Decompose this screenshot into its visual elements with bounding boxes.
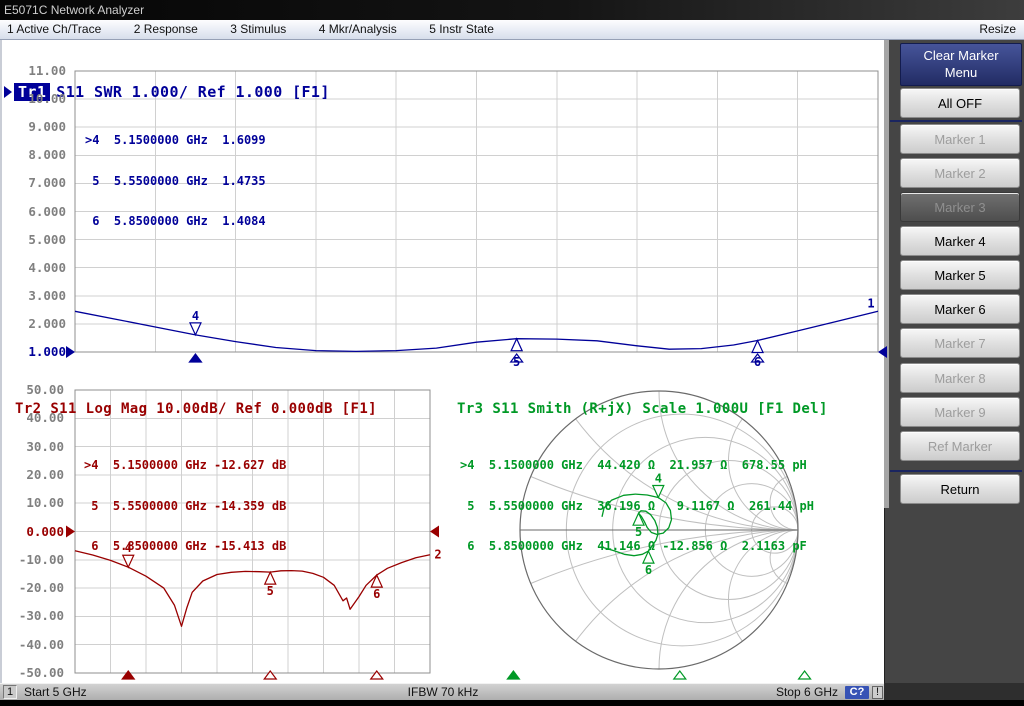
tr2-header: Tr2 S11 Log Mag 10.00dB/ Ref 0.000dB [F1… — [15, 401, 377, 417]
warning-badge: ! — [872, 686, 883, 699]
softkey-all-off[interactable]: All OFF — [900, 88, 1020, 118]
ifbw-label: IFBW 70 kHz — [343, 685, 543, 699]
tr2-marker-row: >4 5.1500000 GHz -12.627 dB — [84, 459, 286, 473]
softkey-marker-1[interactable]: Marker 1 — [900, 124, 1020, 154]
tr1-marker-row: 5 5.5500000 GHz 1.4735 — [85, 175, 266, 189]
y-axis-tick-label: 2.000 — [2, 316, 66, 331]
tr1-title: S11 SWR 1.000/ Ref 1.000 [F1] — [56, 83, 330, 101]
tr3-header: Tr3 S11 Smith (R+jX) Scale 1.000U [F1 De… — [457, 401, 828, 417]
tr2-marker-readout: >4 5.1500000 GHz -12.627 dB 5 5.5500000 … — [84, 432, 286, 581]
y-axis-tick-label: 7.000 — [2, 175, 66, 190]
y-axis-tick-label: -20.00 — [2, 580, 64, 595]
y-axis-tick-label: 30.00 — [2, 439, 64, 454]
tr3-marker-row: >4 5.1500000 GHz 44.420 Ω 21.957 Ω 678.5… — [460, 459, 814, 473]
softkey-marker-5[interactable]: Marker 5 — [900, 260, 1020, 290]
tr3-marker-row: 6 5.8500000 GHz 41.146 Ω -12.856 Ω 2.116… — [460, 540, 814, 554]
y-axis-tick-label: 50.00 — [2, 382, 64, 397]
y-axis-tick-label: 9.000 — [2, 119, 66, 134]
softkey-menu-title: Clear Marker Menu — [900, 43, 1022, 86]
tr2-marker-row: 5 5.5500000 GHz -14.359 dB — [84, 500, 286, 514]
y-axis-tick-label: 1.000 — [2, 344, 66, 359]
window-titlebar: E5071C Network Analyzer — [0, 0, 1024, 20]
status-bar: 1 Start 5 GHz IFBW 70 kHz Stop 6 GHz C? … — [0, 683, 886, 700]
tr2-marker-row: 6 5.8500000 GHz -15.413 dB — [84, 540, 286, 554]
chart-area: Tr1S11 SWR 1.000/ Ref 1.000 [F1] Tr2 S11… — [0, 40, 884, 683]
softkey-scroll-strip[interactable] — [884, 40, 889, 508]
softkey-return[interactable]: Return — [900, 474, 1020, 504]
softkey-marker-9[interactable]: Marker 9 — [900, 397, 1020, 427]
softkey-marker-6[interactable]: Marker 6 — [900, 294, 1020, 324]
menu-stimulus[interactable]: 3 Stimulus — [230, 20, 286, 39]
y-axis-tick-label: -30.00 — [2, 608, 64, 623]
softkey-marker-8[interactable]: Marker 8 — [900, 363, 1020, 393]
y-axis-tick-label: 4.000 — [2, 260, 66, 275]
sidebar-bottom-filler — [884, 683, 1024, 700]
softkey-menu-title-line2: Menu — [901, 64, 1021, 81]
menu-response[interactable]: 2 Response — [134, 20, 198, 39]
instrument-screen: E5071C Network Analyzer 1 Active Ch/Trac… — [0, 0, 1024, 706]
softkey-marker-7[interactable]: Marker 7 — [900, 328, 1020, 358]
softkey-marker-3[interactable]: Marker 3 — [900, 192, 1020, 222]
bottom-strip — [0, 700, 1024, 706]
y-axis-tick-label: 0.000 — [2, 524, 64, 539]
menu-resize[interactable]: Resize — [979, 20, 1016, 39]
tr1-marker-row: >4 5.1500000 GHz 1.6099 — [85, 134, 266, 148]
tr3-marker-readout: >4 5.1500000 GHz 44.420 Ω 21.957 Ω 678.5… — [460, 432, 814, 581]
softkey-marker-2[interactable]: Marker 2 — [900, 158, 1020, 188]
softkey-menu-title-line1: Clear Marker — [901, 47, 1021, 64]
y-axis-tick-label: 8.000 — [2, 147, 66, 162]
tr3-marker-row: 5 5.5500000 GHz 36.196 Ω 9.1167 Ω 261.44… — [460, 500, 814, 514]
start-frequency-label: Start 5 GHz — [24, 685, 87, 699]
calibration-status-badge: C? — [845, 686, 869, 699]
stop-frequency-label: Stop 6 GHz — [738, 685, 838, 699]
y-axis-tick-label: 10.00 — [2, 91, 66, 106]
y-axis-tick-label: 20.00 — [2, 467, 64, 482]
y-axis-tick-label: 3.000 — [2, 288, 66, 303]
softkey-ref-marker[interactable]: Ref Marker — [900, 431, 1020, 461]
y-axis-tick-label: -50.00 — [2, 665, 64, 680]
menu-instr-state[interactable]: 5 Instr State — [429, 20, 494, 39]
window-title: E5071C Network Analyzer — [4, 3, 144, 17]
y-axis-tick-label: -10.00 — [2, 552, 64, 567]
menu-bar: 1 Active Ch/Trace 2 Response 3 Stimulus … — [0, 20, 1024, 40]
tr1-marker-readout: >4 5.1500000 GHz 1.6099 5 5.5500000 GHz … — [85, 107, 266, 256]
softkey-marker-4[interactable]: Marker 4 — [900, 226, 1020, 256]
y-axis-tick-label: 11.00 — [2, 63, 66, 78]
y-axis-tick-label: 5.000 — [2, 232, 66, 247]
y-axis-tick-label: 40.00 — [2, 410, 64, 425]
softkey-separator — [890, 120, 1022, 122]
tr1-marker-row: 6 5.8500000 GHz 1.4084 — [85, 215, 266, 229]
y-axis-tick-label: 6.000 — [2, 204, 66, 219]
menu-mkr-analysis[interactable]: 4 Mkr/Analysis — [319, 20, 397, 39]
y-axis-tick-label: 10.00 — [2, 495, 64, 510]
softkey-separator — [890, 470, 1022, 472]
y-axis-tick-label: -40.00 — [2, 637, 64, 652]
channel-number-box: 1 — [3, 685, 17, 699]
menu-active-ch-trace[interactable]: 1 Active Ch/Trace — [7, 20, 101, 39]
